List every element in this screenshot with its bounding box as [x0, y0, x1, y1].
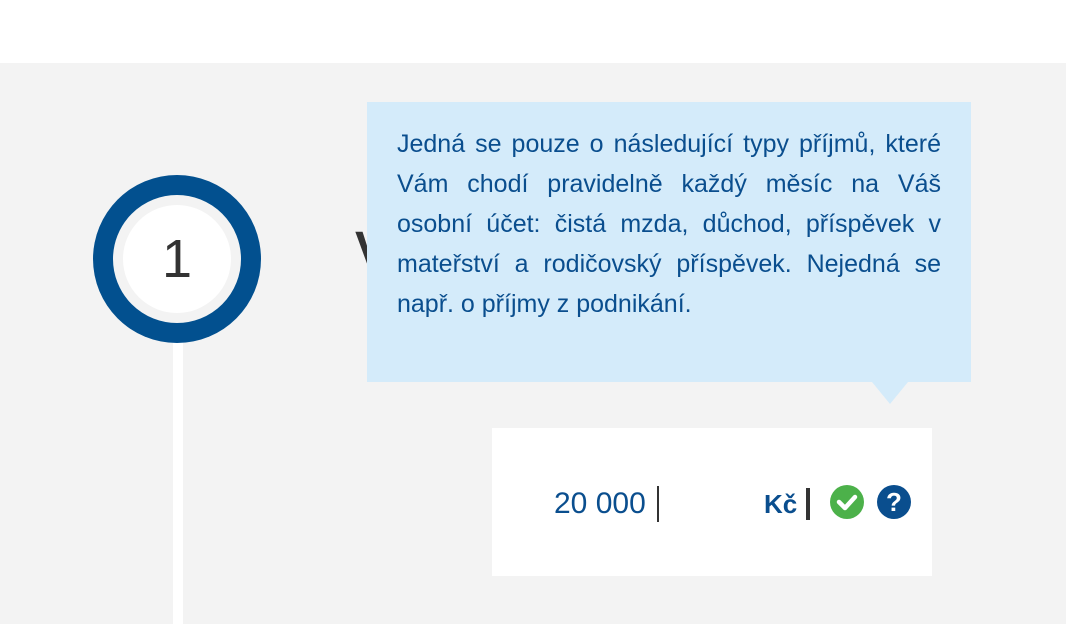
help-icon[interactable]: ?	[877, 485, 911, 519]
check-circle-icon	[830, 485, 864, 519]
help-tooltip: Jedná se pouze o následující typy příjmů…	[367, 102, 971, 382]
separator-bar	[806, 488, 810, 520]
tooltip-arrow	[872, 382, 908, 404]
income-amount-input[interactable]	[554, 484, 724, 524]
text-caret	[657, 486, 659, 522]
step-connector-line	[173, 330, 183, 624]
tooltip-text: Jedná se pouze o následující typy příjmů…	[397, 130, 941, 318]
step-number: 1	[161, 229, 193, 289]
currency-label: Kč	[764, 489, 798, 519]
step-indicator-inner: 1	[113, 195, 241, 323]
income-input-box: Kč ?	[492, 428, 932, 576]
top-bar	[0, 0, 1066, 63]
step-indicator: 1	[93, 175, 261, 343]
